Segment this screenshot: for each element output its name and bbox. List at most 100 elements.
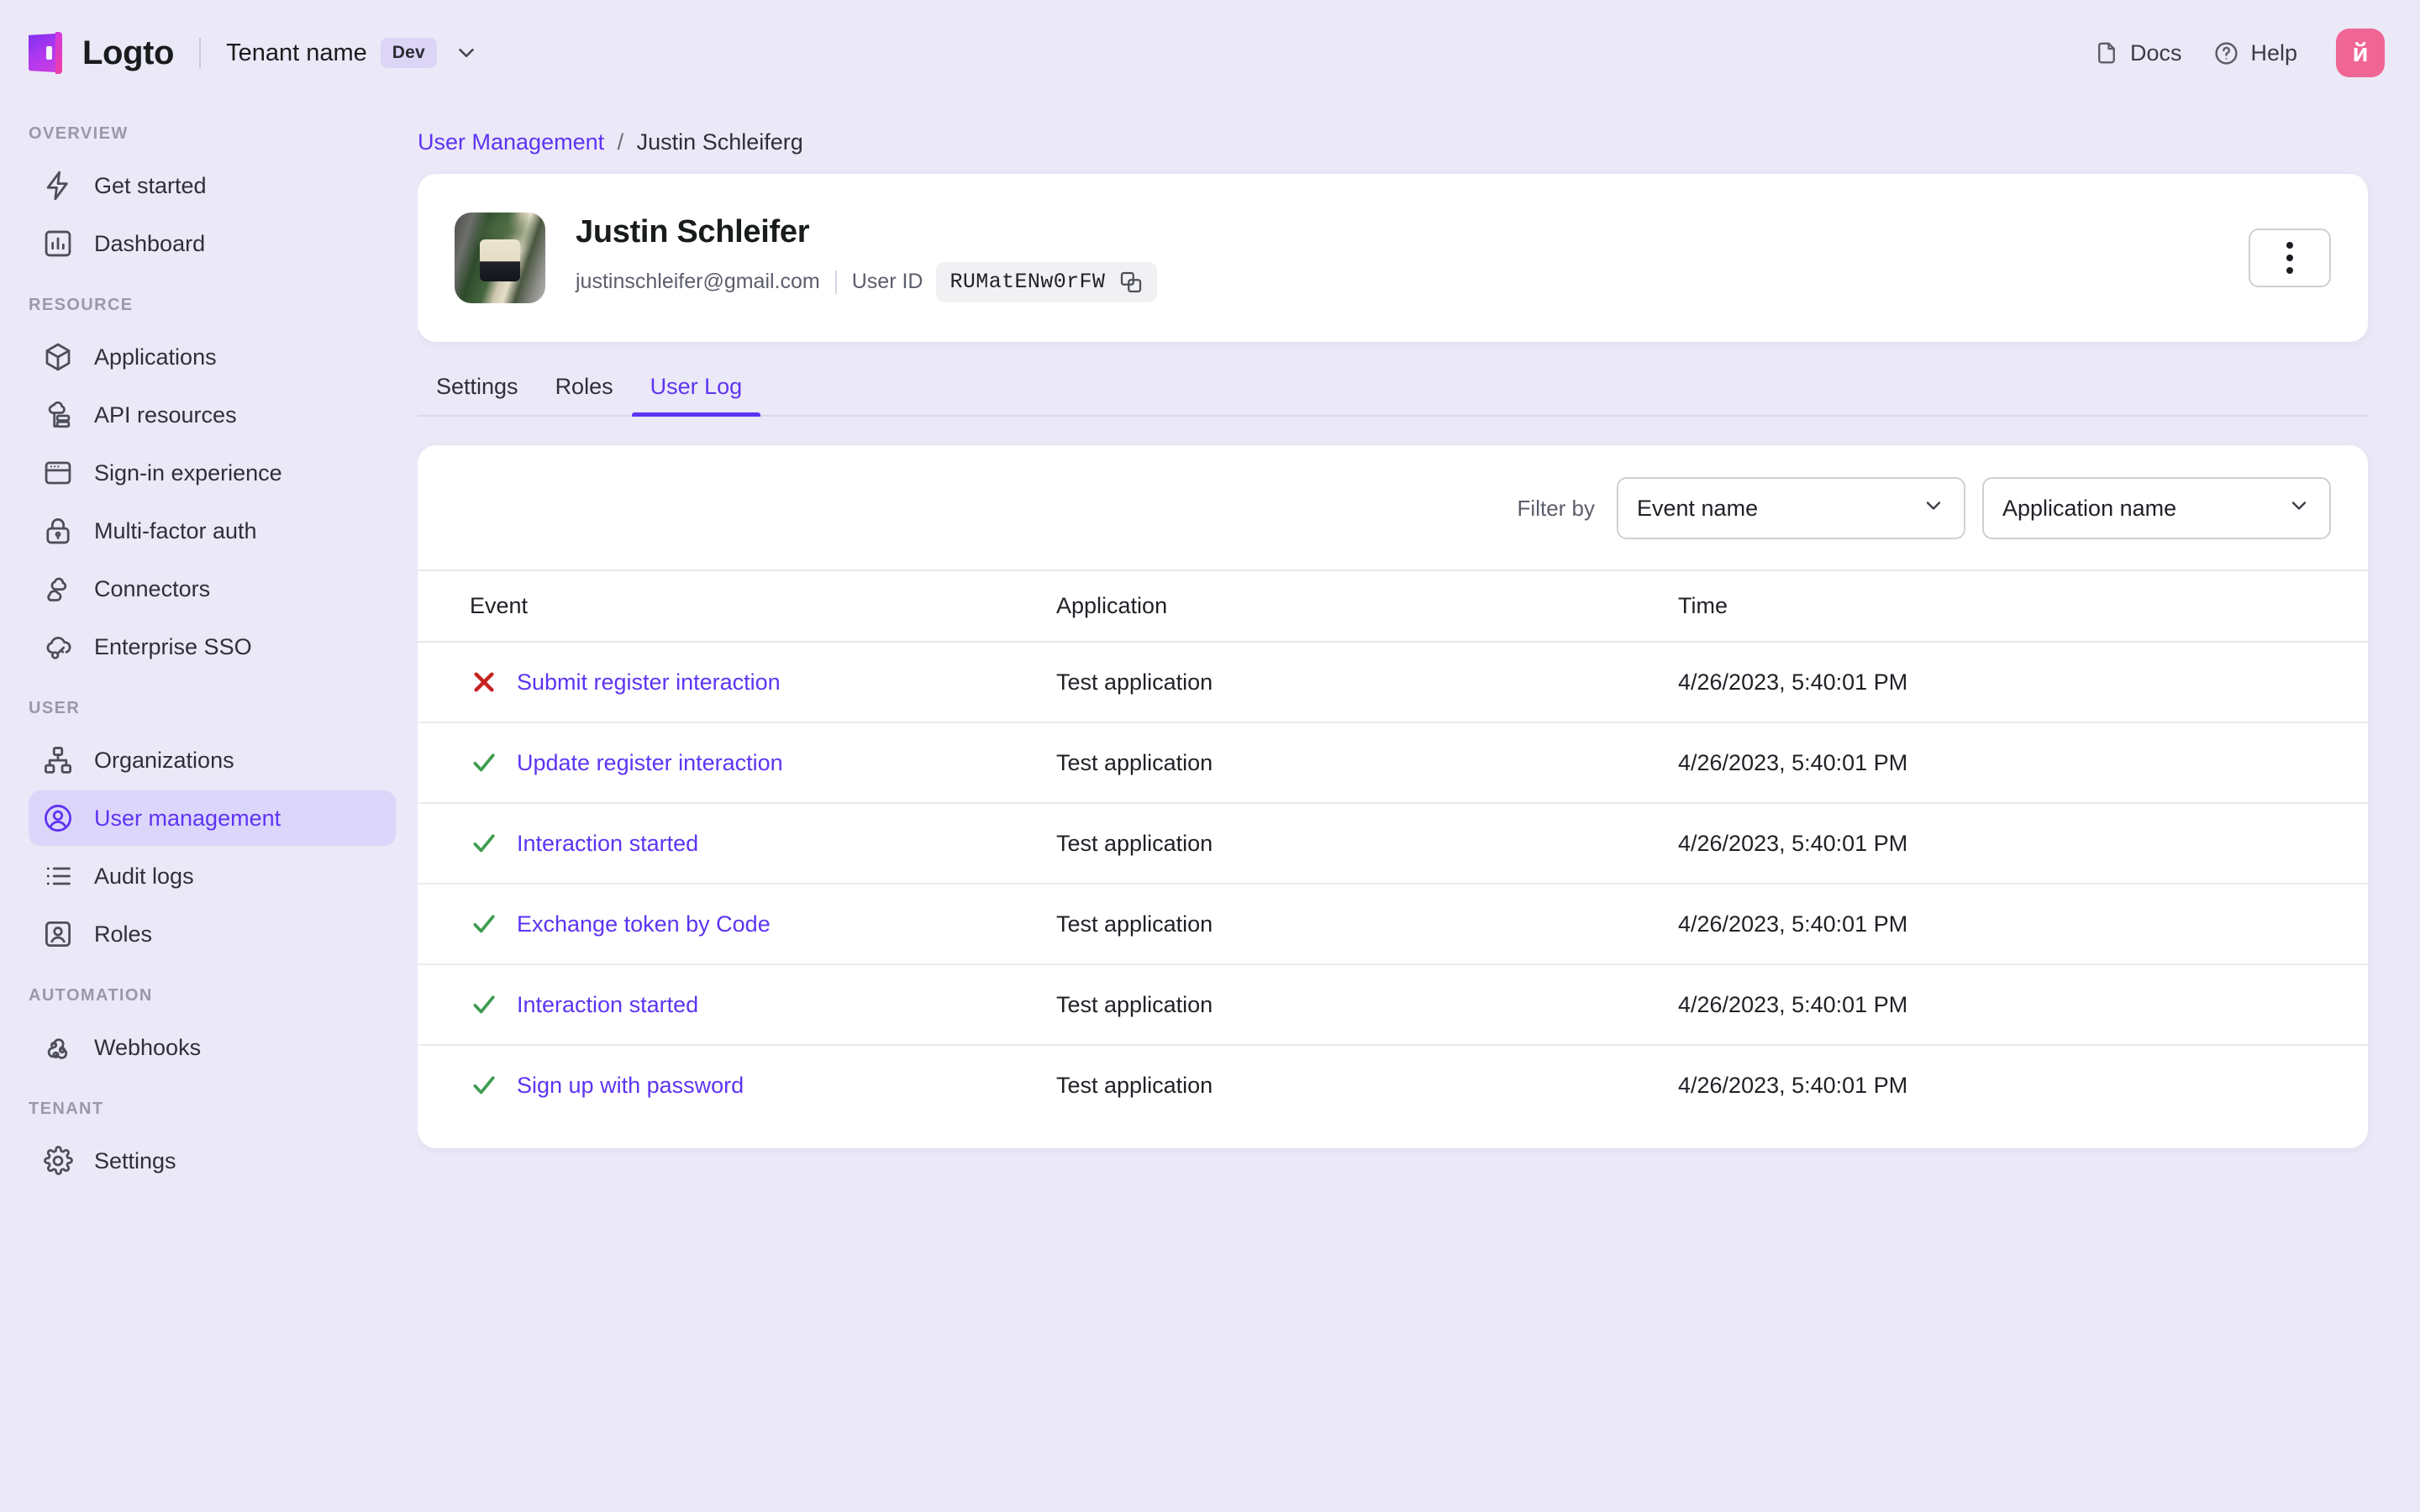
help-link[interactable]: Help bbox=[2213, 40, 2297, 66]
filter-row: Filter by Event name Application name bbox=[418, 445, 2368, 570]
cell-event: Interaction started bbox=[418, 963, 1056, 1045]
tenant-switcher-button[interactable] bbox=[454, 40, 479, 66]
tab-settings[interactable]: Settings bbox=[418, 360, 537, 417]
copy-icon[interactable] bbox=[1118, 270, 1144, 295]
top-bar: Logto Tenant name Dev Docs Help й bbox=[0, 0, 2420, 106]
user-log-table: Event Application Time Submit register i… bbox=[418, 570, 2368, 1125]
cell-application: Test application bbox=[1056, 722, 1678, 803]
sidebar-item-label: Roles bbox=[94, 921, 153, 947]
cell-event: Exchange token by Code bbox=[418, 883, 1056, 964]
row-status-icon bbox=[470, 748, 498, 777]
sidebar-item-roles[interactable]: Roles bbox=[29, 906, 396, 962]
sidebar-section-title: Automation bbox=[29, 986, 153, 1005]
table-row[interactable]: Exchange token by Code Test application 4/… bbox=[418, 883, 2368, 964]
sidebar-section-title: Resource bbox=[29, 296, 134, 314]
success-check-icon bbox=[473, 995, 495, 1014]
webhook-icon-wrap bbox=[42, 1032, 74, 1063]
sidebar-item-api-resources[interactable]: API resources bbox=[29, 387, 396, 443]
sidebar-item-audit-logs[interactable]: Audit logs bbox=[29, 848, 396, 904]
sidebar-item-get-started[interactable]: Get started bbox=[29, 158, 396, 213]
table-row[interactable]: Update register interaction Test applicat… bbox=[418, 722, 2368, 803]
user-id-pill[interactable]: RUMatENw0rFW bbox=[936, 261, 1158, 302]
breadcrumb: User Management / Justin Schleiferg bbox=[418, 106, 2368, 174]
sidebar-nav: Overview Get started Dashboard Resource Appl… bbox=[0, 106, 418, 1512]
application-name-select[interactable]: Application name bbox=[1982, 477, 2331, 539]
event-link[interactable]: Exchange token by Code bbox=[517, 911, 771, 937]
window-icon-wrap bbox=[42, 457, 74, 489]
user-id-value: RUMatENw0rFW bbox=[950, 270, 1106, 294]
sidebar-item-user-management[interactable]: User management bbox=[29, 790, 396, 846]
sidebar-item-enterprise-sso[interactable]: Enterprise SSO bbox=[29, 619, 396, 675]
event-link[interactable]: Interaction started bbox=[517, 831, 698, 857]
user-profile-info: Justin Schleifer justinschleifer@gmail.c… bbox=[576, 213, 1158, 302]
table-row[interactable]: Sign up with password Test application 4/2… bbox=[418, 1044, 2368, 1125]
sidebar-item-webhooks[interactable]: Webhooks bbox=[29, 1020, 396, 1075]
table-row[interactable]: Submit register interaction Test applicat… bbox=[418, 641, 2368, 722]
brand-logo[interactable]: Logto bbox=[29, 32, 174, 74]
table-row[interactable]: Interaction started Test application 4/26/… bbox=[418, 963, 2368, 1045]
user-name: Justin Schleifer bbox=[576, 213, 810, 249]
cell-event: Sign up with password bbox=[418, 1044, 1056, 1125]
row-status-icon bbox=[470, 1071, 498, 1100]
sidebar-item-applications[interactable]: Applications bbox=[29, 329, 396, 385]
event-link[interactable]: Submit register interaction bbox=[517, 669, 781, 696]
gear-icon bbox=[44, 1146, 73, 1175]
tab-roles[interactable]: Roles bbox=[537, 360, 632, 417]
cloud-key-icon-wrap bbox=[42, 631, 74, 663]
sidebar-item-dashboard[interactable]: Dashboard bbox=[29, 216, 396, 271]
user-log-card: Filter by Event name Application name Ev… bbox=[418, 445, 2368, 1148]
chevron-down-icon bbox=[1922, 494, 1945, 523]
sidebar-section-title: Overview bbox=[29, 124, 129, 143]
event-link[interactable]: Sign up with password bbox=[517, 1073, 744, 1099]
chevron-down-icon bbox=[459, 48, 474, 58]
sidebar-item-label: API resources bbox=[94, 402, 237, 428]
sidebar-item-sign-in-experience[interactable]: Sign-in experience bbox=[29, 445, 396, 501]
user-id-label: User ID bbox=[851, 270, 923, 293]
sidebar-item-label: Audit logs bbox=[94, 863, 194, 889]
connectors-icon bbox=[47, 577, 67, 601]
cell-event: Update register interaction bbox=[418, 722, 1056, 803]
list-icon bbox=[46, 867, 71, 885]
cell-time: 4/26/2023, 5:40:01 PM bbox=[1678, 1044, 2368, 1125]
breadcrumb-separator: / bbox=[617, 129, 624, 155]
table-row[interactable]: Interaction started Test application 4/26/… bbox=[418, 802, 2368, 884]
api-icon-wrap bbox=[42, 399, 74, 431]
dot bbox=[2286, 255, 2293, 261]
tab-user-log[interactable]: User Log bbox=[631, 360, 761, 417]
bolt-icon-wrap bbox=[42, 170, 74, 202]
sidebar-item-organizations[interactable]: Organizations bbox=[29, 732, 396, 788]
cube-icon bbox=[45, 343, 71, 371]
tenant-env-badge: Dev bbox=[380, 38, 437, 68]
event-name-select[interactable]: Event name bbox=[1617, 477, 1965, 539]
user-avatar-photo bbox=[455, 213, 545, 303]
event-cell-content: Interaction started bbox=[470, 990, 1056, 1019]
sidebar-section-title: Tenant bbox=[29, 1100, 104, 1118]
bolt-icon bbox=[46, 171, 68, 201]
event-link[interactable]: Interaction started bbox=[517, 992, 698, 1018]
event-name-select-value: Event name bbox=[1637, 495, 1759, 521]
cell-time: 4/26/2023, 5:40:01 PM bbox=[1678, 963, 2368, 1045]
sidebar-item-label: Multi-factor auth bbox=[94, 517, 257, 543]
filter-by-label: Filter by bbox=[1517, 495, 1595, 521]
sidebar-item-connectors[interactable]: Connectors bbox=[29, 561, 396, 617]
lock-icon-wrap bbox=[42, 515, 74, 547]
sidebar-item-settings[interactable]: Settings bbox=[29, 1133, 396, 1189]
sidebar-item-label: Sign-in experience bbox=[94, 459, 282, 486]
user-email: justinschleifer@gmail.com bbox=[576, 270, 820, 293]
gear-icon-wrap bbox=[42, 1145, 74, 1177]
event-link[interactable]: Update register interaction bbox=[517, 750, 783, 776]
cell-event: Submit register interaction bbox=[418, 641, 1056, 722]
help-circle-icon bbox=[2215, 41, 2238, 65]
document-icon bbox=[2098, 42, 2115, 64]
docs-link[interactable]: Docs bbox=[2094, 40, 2181, 66]
cell-event: Interaction started bbox=[418, 802, 1056, 884]
cloud-key-icon bbox=[46, 636, 71, 659]
breadcrumb-parent-link[interactable]: User Management bbox=[418, 129, 604, 155]
more-actions-button[interactable] bbox=[2249, 228, 2331, 287]
sidebar-item-multi-factor-auth[interactable]: Multi-factor auth bbox=[29, 503, 396, 559]
user-avatar-button[interactable]: й bbox=[2336, 29, 2385, 77]
user-profile-card: Justin Schleifer justinschleifer@gmail.c… bbox=[418, 174, 2368, 342]
cell-application: Test application bbox=[1056, 802, 1678, 884]
tenant-name: Tenant name bbox=[226, 39, 367, 66]
lock-icon bbox=[46, 518, 70, 544]
